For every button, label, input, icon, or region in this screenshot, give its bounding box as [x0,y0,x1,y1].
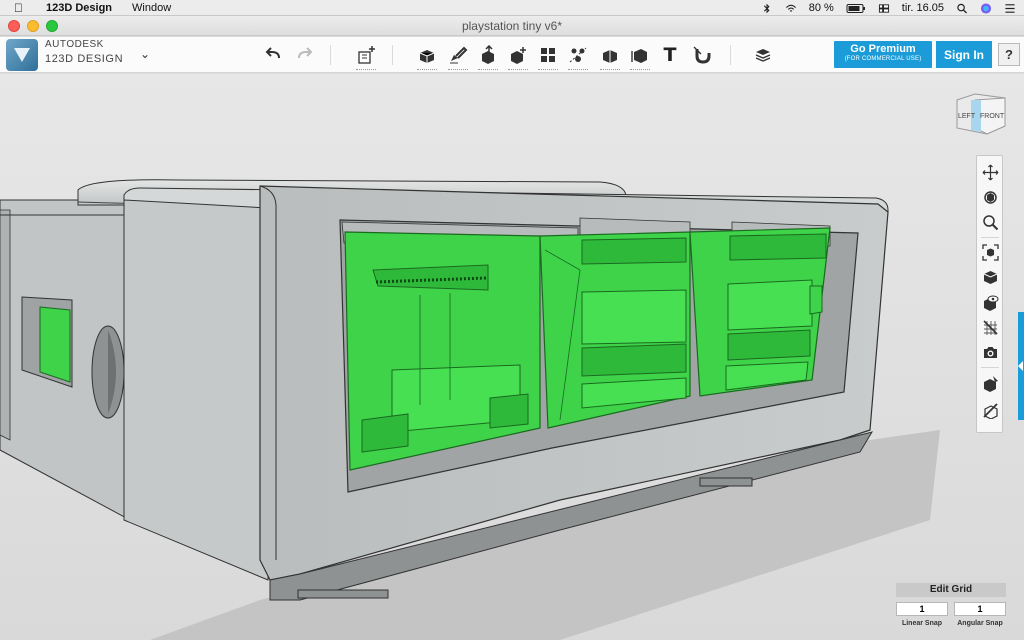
toolbar-separator [392,45,393,65]
window-title: playstation tiny v6* [461,19,563,33]
apple-menu-icon[interactable]:  [14,1,30,15]
material-cube-icon [983,375,998,392]
layers-icon [755,49,771,62]
primitive-shapes-icon [419,50,435,63]
visibility-button[interactable] [980,292,1000,312]
bluetooth-icon[interactable] [761,3,773,14]
macos-menu-bar:  123D Design Window 80 % tir. 16.05 [0,0,1024,16]
linear-snap-label: Linear Snap [901,620,943,627]
angular-snap-input[interactable]: 1 [954,602,1006,616]
pan-button[interactable] [980,162,1000,182]
menu-app-name[interactable]: 123D Design [46,2,112,14]
angular-snap-label: Angular Snap [957,620,1003,627]
side-panel-expand-tab[interactable] [1018,312,1024,420]
fit-button[interactable] [980,242,1000,262]
window-title-bar: playstation tiny v6* [0,16,1024,36]
app-menu-chevron-down-icon[interactable]: ⌄ [140,47,150,61]
3d-viewport[interactable]: LEFT FRONT Edit Grid 1 1 Linear Snap Ang… [0,74,1024,640]
grid-hidden-icon [982,319,998,335]
undo-icon [265,47,280,59]
orbit-icon [983,190,997,204]
measure-button[interactable] [626,41,654,70]
view-cube-left-label[interactable]: LEFT [958,113,976,120]
pan-icon [982,164,998,180]
go-premium-button[interactable]: Go Premium (FOR COMMERCIAL USE) [834,41,932,68]
fit-icon [981,243,999,261]
snap-button[interactable] [688,41,716,69]
nav-separator [981,237,999,238]
outline-toggle-button[interactable] [980,400,1000,420]
view-cube[interactable]: LEFT FRONT [955,92,1007,136]
nav-separator [981,367,999,368]
app-logo[interactable] [6,39,38,71]
app-toolbar: AUTODESK 123D DESIGN ⌄ T Go Premium (FOR… [0,37,1024,73]
wifi-icon[interactable] [785,3,797,14]
grid-toggle-button[interactable] [980,317,1000,337]
battery-icon[interactable] [846,3,866,14]
undo-button[interactable] [260,41,288,69]
siri-icon[interactable] [980,2,992,14]
text-tool-icon: T [663,44,677,66]
modify-icon [511,47,526,64]
go-premium-label: Go Premium [850,43,916,55]
sketch-button[interactable] [444,41,472,70]
pattern-icon [541,48,555,62]
construct-button[interactable] [474,41,502,70]
materials-button[interactable] [749,41,777,69]
construct-icon [482,45,494,64]
grouping-button[interactable] [564,41,592,70]
3d-model-render[interactable] [0,74,1024,640]
redo-icon [298,47,313,59]
battery-percent: 80 % [808,2,834,14]
toolbar-separator [730,45,731,65]
edit-grid-panel: Edit Grid 1 1 Linear Snap Angular Snap [896,583,1008,635]
primitives-button[interactable] [413,41,441,70]
material-button[interactable] [980,373,1000,393]
combine-icon [603,50,617,63]
sign-in-button[interactable]: Sign In [936,41,992,68]
zoom-button[interactable] [980,212,1000,232]
camera-icon [983,346,997,358]
brand-line-2: 123D DESIGN [45,53,124,65]
view-mode-button[interactable] [980,267,1000,287]
zoom-icon [982,214,998,230]
toolbar-separator [330,45,331,65]
add-box-icon [358,46,375,64]
brand: AUTODESK 123D DESIGN [45,40,123,65]
orbit-button[interactable] [980,187,1000,207]
eye-cube-icon [983,295,998,311]
combine-button[interactable] [596,41,624,70]
modify-button[interactable] [504,41,532,70]
text-button[interactable]: T [656,41,684,69]
magnet-icon [693,46,711,64]
menu-extras: 80 % tir. 16.05 [761,0,1016,16]
screenshot-button[interactable] [980,342,1000,362]
brand-line-1: AUTODESK [45,39,104,50]
transform-button[interactable] [352,41,380,70]
language-flag-icon[interactable] [878,3,890,14]
outline-hidden-icon [982,402,998,419]
solid-cube-icon [983,270,997,284]
linear-snap-input[interactable]: 1 [896,602,948,616]
menu-window[interactable]: Window [132,2,171,14]
view-cube-front-label[interactable]: FRONT [980,113,1005,120]
redo-button[interactable] [290,41,318,69]
sketch-pencil-icon [450,46,468,64]
notification-center-icon[interactable] [1004,3,1016,14]
go-premium-sublabel: (FOR COMMERCIAL USE) [844,56,922,62]
measure-cube-icon [631,49,647,63]
spotlight-search-icon[interactable] [956,3,968,14]
navigation-bar [976,155,1003,433]
edit-grid-button[interactable]: Edit Grid [896,583,1006,597]
help-button[interactable]: ? [998,43,1020,66]
pattern-button[interactable] [534,41,562,70]
grouping-icon [569,47,587,63]
clock[interactable]: tir. 16.05 [902,2,944,14]
